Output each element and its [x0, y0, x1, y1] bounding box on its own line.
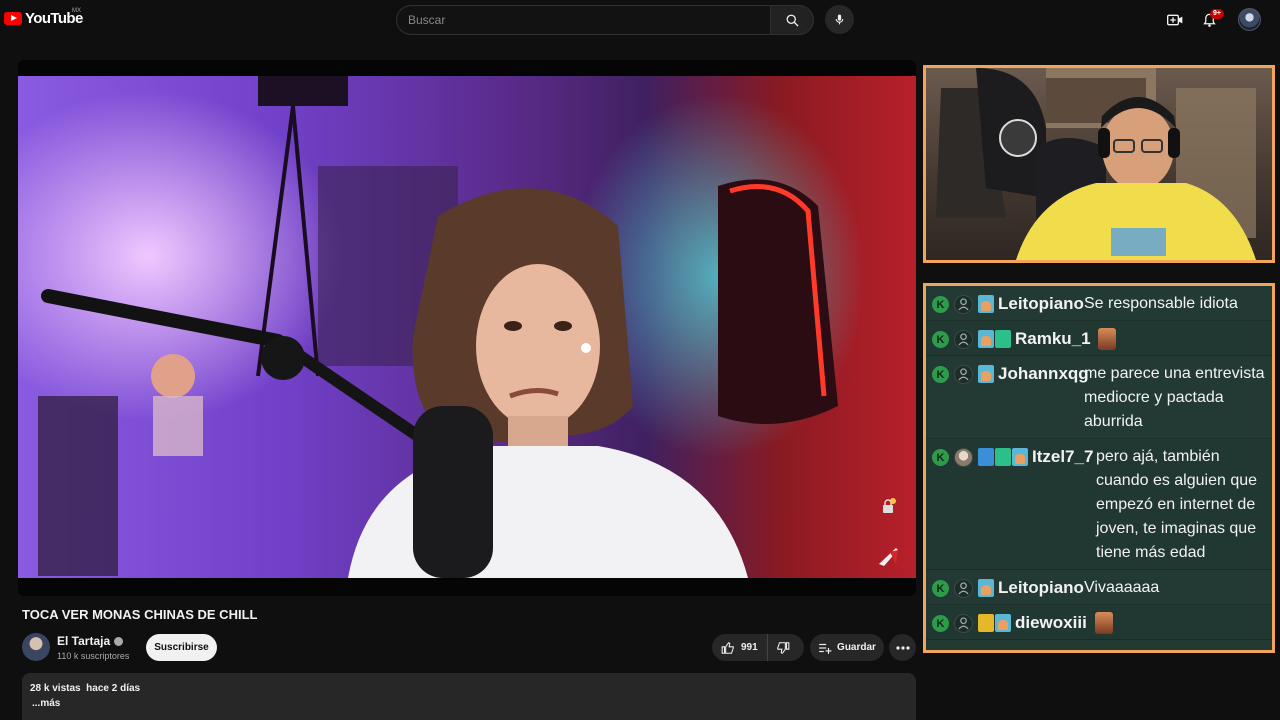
chat-username: Johannxqg — [998, 364, 1089, 383]
create-icon — [1167, 14, 1183, 26]
description-box[interactable]: 28 k vistas hace 2 días ...más — [22, 673, 916, 720]
webcam-scene — [936, 68, 1256, 260]
chat-text: Vivaaaaaa — [1084, 579, 1160, 596]
sub-badge-icon — [995, 614, 1011, 632]
chat-message: K Johannxqg me parece una entrevista med… — [926, 356, 1272, 439]
chat-text: Se responsable idiota — [1084, 295, 1238, 312]
user-badges — [978, 448, 1029, 466]
hammer-badge-icon — [978, 448, 994, 466]
video-frame[interactable] — [18, 76, 916, 578]
account-avatar[interactable] — [1238, 8, 1261, 31]
youtube-logo[interactable]: YouTube MX — [4, 8, 83, 27]
save-playlist-icon — [819, 643, 832, 654]
user-badges — [978, 295, 995, 313]
notifications-badge: 9+ — [1210, 9, 1224, 19]
chat-username: Itzel7_7 — [1032, 447, 1094, 466]
mod-icon: K — [932, 366, 949, 383]
user-icon — [954, 579, 973, 598]
emote-icon — [1095, 611, 1113, 634]
search-button[interactable] — [770, 5, 814, 35]
view-count: 28 k vistas — [30, 683, 81, 694]
chat-message: K Leitopiano Vivaaaaaa — [926, 570, 1272, 605]
search-box — [396, 5, 814, 35]
sub-badge-icon — [978, 330, 994, 348]
user-avatar — [954, 448, 973, 467]
chat-username: diewoxiii — [1015, 613, 1087, 632]
search-icon — [786, 14, 799, 27]
lock-overlay-icon — [883, 498, 896, 513]
user-icon — [954, 295, 973, 314]
verified-icon — [114, 636, 124, 646]
user-badges — [978, 365, 995, 383]
upload-age: hace 2 días — [86, 683, 141, 694]
mic-icon — [835, 14, 844, 25]
voice-search-button[interactable] — [825, 5, 854, 34]
chat-username: Ramku_1 — [1015, 329, 1091, 348]
mod-icon: K — [932, 449, 949, 466]
sub-badge-icon — [978, 365, 994, 383]
chat-text — [1098, 327, 1266, 351]
channel-name-link[interactable]: El Tartaja — [57, 634, 124, 648]
user-badges — [978, 579, 995, 597]
subscriber-count: 110 k suscriptores — [57, 651, 130, 661]
like-dislike-group: 991 — [712, 634, 804, 661]
chat-text: me parece una entrevista mediocre y pact… — [1084, 365, 1265, 430]
mod-icon: K — [932, 615, 949, 632]
chat-text: pero ajá, también cuando es alguien que … — [1096, 448, 1258, 561]
user-badges — [978, 330, 1012, 348]
more-actions-button[interactable] — [889, 634, 916, 661]
chat-message: K diewoxiii — [926, 605, 1272, 640]
like-button[interactable]: 991 — [712, 634, 768, 661]
mod-icon: K — [932, 580, 949, 597]
dislike-button[interactable] — [768, 634, 798, 661]
dislike-icon — [776, 641, 790, 654]
create-button[interactable] — [1165, 10, 1185, 30]
chat-text — [1095, 611, 1266, 635]
subscribe-button[interactable]: Suscribirse — [146, 634, 217, 661]
user-badges — [978, 614, 1012, 632]
mod-icon: K — [932, 331, 949, 348]
chat-message: K Ramku_1 — [926, 321, 1272, 356]
like-icon — [721, 641, 734, 654]
search-input[interactable] — [396, 5, 770, 35]
video-player[interactable] — [18, 60, 916, 596]
chat-username: Leitopiano — [998, 578, 1084, 597]
video-title: TOCA VER MONAS CHINAS DE CHILL — [22, 607, 258, 622]
chat-overlay: K Leitopiano Se responsable idiota K Ram… — [923, 283, 1275, 653]
emote-icon — [1098, 327, 1116, 350]
sub-badge-icon — [978, 579, 994, 597]
chat-message: K Itzel7_7 pero ajá, también cuando es a… — [926, 439, 1272, 570]
sub-badge-icon — [1012, 448, 1028, 466]
streamer-figure — [261, 188, 748, 578]
webcam-overlay — [923, 65, 1275, 263]
mod-icon: K — [932, 296, 949, 313]
save-label: Guardar — [837, 642, 876, 653]
user-icon — [954, 365, 973, 384]
description-stats: 28 k vistas hace 2 días — [30, 683, 908, 694]
like-count: 991 — [741, 642, 758, 653]
more-icon — [895, 645, 910, 650]
user-icon — [954, 614, 973, 633]
chat-username: Leitopiano — [998, 294, 1084, 313]
channel-avatar[interactable] — [22, 633, 50, 661]
show-more-link[interactable]: ...más — [32, 698, 908, 709]
channel-name: El Tartaja — [57, 634, 111, 648]
save-button[interactable]: Guardar — [810, 634, 884, 661]
crown-badge-icon — [978, 614, 994, 632]
chat-message: K Leitopiano Se responsable idiota — [926, 286, 1272, 321]
sub-badge-icon — [978, 295, 994, 313]
masthead: YouTube MX 9+ — [0, 0, 1280, 40]
youtube-logo-icon — [4, 12, 22, 25]
gift-badge-icon — [995, 448, 1011, 466]
user-icon — [954, 330, 973, 349]
gift-badge-icon — [995, 330, 1011, 348]
logo-region: MX — [72, 8, 81, 14]
channel-watermark-icon[interactable] — [876, 544, 900, 568]
